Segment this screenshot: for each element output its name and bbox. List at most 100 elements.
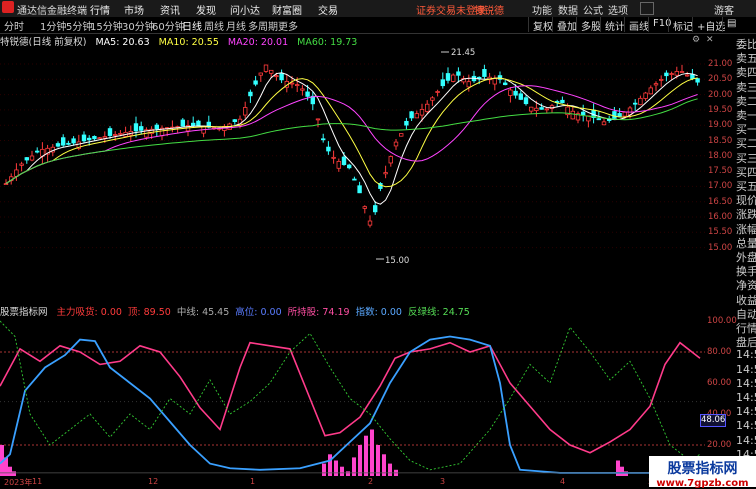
indicator-chart[interactable] xyxy=(0,316,705,478)
candle xyxy=(294,84,300,87)
candle xyxy=(300,88,305,91)
candle xyxy=(336,160,341,169)
candle xyxy=(71,138,76,144)
candle xyxy=(445,73,451,81)
candle xyxy=(414,113,419,119)
candle xyxy=(617,113,622,117)
candle xyxy=(513,90,518,96)
candle xyxy=(263,64,269,72)
side-panel-label: 14:5 xyxy=(736,391,756,404)
candle xyxy=(196,120,201,127)
candlestick-chart[interactable]: 21.45 15.00 xyxy=(0,46,705,304)
candle xyxy=(55,143,61,147)
period-fenshi[interactable]: 分时 xyxy=(4,18,24,33)
candle xyxy=(372,205,378,213)
candle xyxy=(352,178,357,181)
candle xyxy=(638,97,643,106)
candle xyxy=(66,142,71,145)
time-axis-label: 2023年 xyxy=(4,478,33,487)
menu-gongshi[interactable]: 公式 xyxy=(583,2,603,17)
candle xyxy=(346,164,352,169)
period-60min[interactable]: 60分钟 xyxy=(152,18,185,33)
menu-shuju[interactable]: 数据 xyxy=(558,2,578,17)
candle xyxy=(482,69,487,77)
candle xyxy=(404,120,409,126)
candle xyxy=(570,110,575,120)
candle xyxy=(622,111,627,117)
candle xyxy=(357,185,362,194)
menu-hangqing[interactable]: 行情 xyxy=(90,2,110,17)
high-price-label: 21.45 xyxy=(451,48,475,58)
period-1min[interactable]: 1分钟 xyxy=(40,18,66,33)
candle xyxy=(242,107,248,116)
period-monthly[interactable]: 月线 xyxy=(226,18,246,33)
candle xyxy=(419,108,425,116)
price-axis-label: 15.50 xyxy=(708,227,733,238)
app-logo-icon xyxy=(2,1,14,13)
candle xyxy=(601,121,607,126)
menu-xuanxiang[interactable]: 选项 xyxy=(608,2,628,17)
candle xyxy=(180,119,185,127)
expand-icon[interactable]: ▤ xyxy=(722,17,740,32)
price-axis-label: 19.50 xyxy=(708,104,733,115)
period-15min[interactable]: 15分钟 xyxy=(90,18,123,33)
candle xyxy=(92,136,97,140)
candle xyxy=(424,103,430,112)
stock-name-link[interactable]: 特锐德 xyxy=(474,2,504,17)
period-more[interactable]: 更多 xyxy=(278,18,298,33)
candle xyxy=(107,128,113,136)
time-axis-label: 2 xyxy=(368,477,374,486)
candle xyxy=(612,111,617,119)
candle xyxy=(253,80,258,85)
menu-zixun[interactable]: 资讯 xyxy=(160,2,180,17)
period-5min[interactable]: 5分钟 xyxy=(66,18,92,33)
candle xyxy=(154,124,159,130)
histogram-bar xyxy=(370,429,374,476)
guest-button[interactable]: 游客 xyxy=(714,2,734,17)
price-axis-label: 20.50 xyxy=(708,74,733,85)
candle xyxy=(581,111,586,116)
watermark-title: 股票指标网 xyxy=(667,461,738,477)
menu-caifuquan[interactable]: 财富圈 xyxy=(272,2,302,17)
candle xyxy=(258,72,263,76)
menu-gongneng[interactable]: 功能 xyxy=(532,2,552,17)
candle xyxy=(87,137,92,141)
price-axis-label: 16.50 xyxy=(708,196,733,207)
candle xyxy=(664,72,669,77)
candle xyxy=(133,123,139,132)
candle xyxy=(118,133,123,135)
candle xyxy=(113,134,118,136)
period-daily[interactable]: 日线 xyxy=(182,18,202,33)
candle xyxy=(279,73,284,81)
menu-faxian[interactable]: 发现 xyxy=(196,2,216,17)
candle xyxy=(289,82,295,85)
period-30min[interactable]: 30分钟 xyxy=(122,18,155,33)
window-icon[interactable] xyxy=(640,2,654,15)
price-axis-label: 19.00 xyxy=(708,120,733,131)
watermark: 股票指标网 www.7gpzb.com xyxy=(649,456,756,489)
menu-wenxiaoda[interactable]: 问小达 xyxy=(230,2,260,17)
histogram-bar xyxy=(364,435,368,476)
candle xyxy=(341,156,347,165)
candle xyxy=(596,118,601,121)
candle xyxy=(320,138,326,141)
candle xyxy=(268,69,274,74)
candle xyxy=(508,89,513,96)
close-icon[interactable]: ✕ xyxy=(706,35,714,45)
candle xyxy=(539,107,544,110)
menu-jiaoyi[interactable]: 交易 xyxy=(318,2,338,17)
time-axis-label: 4 xyxy=(560,477,566,486)
candle xyxy=(648,87,653,95)
period-multi[interactable]: 多周期 xyxy=(248,18,278,33)
side-panel-label: 14:5 xyxy=(736,433,756,447)
time-axis-label: 12 xyxy=(148,477,159,486)
settings-icon[interactable]: ⚙ xyxy=(692,35,700,45)
period-weekly[interactable]: 周线 xyxy=(204,18,224,33)
histogram-bar xyxy=(12,471,16,476)
price-axis-label: 17.00 xyxy=(708,181,733,192)
histogram-bar xyxy=(620,466,624,476)
candle xyxy=(326,146,331,152)
histogram-bar xyxy=(334,460,338,476)
candle xyxy=(679,71,685,73)
menu-shichang[interactable]: 市场 xyxy=(124,2,144,17)
